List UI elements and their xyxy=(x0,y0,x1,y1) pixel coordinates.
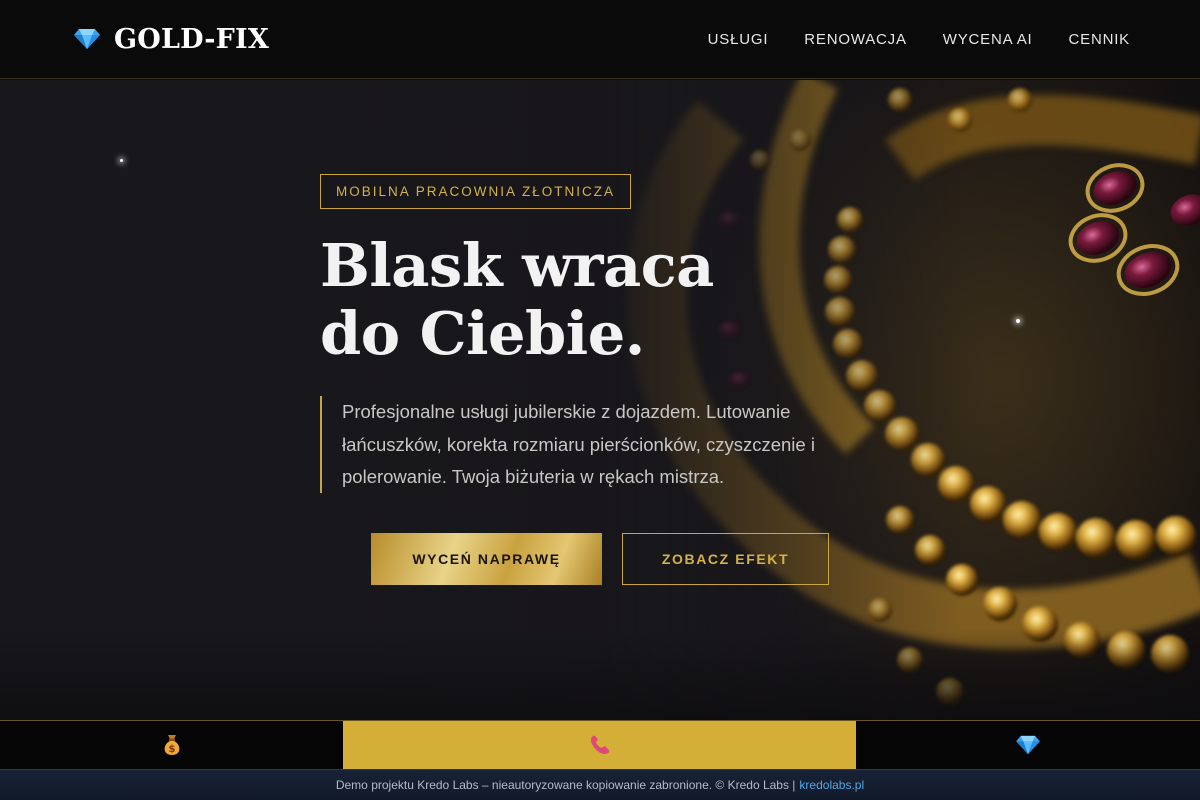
pricing-shortcut-button[interactable]: $ xyxy=(0,721,343,769)
nav-item-uslugi[interactable]: USŁUGI xyxy=(708,31,769,48)
main-menu: USŁUGI RENOWACJA WYCENA AI CENNIK xyxy=(708,31,1130,48)
diamond-icon xyxy=(74,29,100,49)
hero-badge: MOBILNA PRACOWNIA ZŁOTNICZA xyxy=(320,174,632,209)
footer-copyright: Demo projektu Kredo Labs – nieautoryzowa… xyxy=(335,778,796,792)
sparkle-decoration xyxy=(1016,319,1020,323)
brand-logo[interactable]: GOLD-FIX xyxy=(74,24,269,55)
sparkle-decoration xyxy=(120,159,123,162)
nav-item-wycena-ai[interactable]: WYCENA AI xyxy=(943,31,1033,48)
bottom-action-bar: $ xyxy=(0,720,1200,769)
see-effect-button[interactable]: ZOBACZ EFEKT xyxy=(622,533,829,585)
top-navbar: GOLD-FIX USŁUGI RENOWACJA WYCENA AI CENN… xyxy=(0,0,1200,79)
nav-item-renowacja[interactable]: RENOWACJA xyxy=(804,31,906,48)
footer-link[interactable]: kredolabs.pl xyxy=(799,778,864,792)
services-shortcut-button[interactable] xyxy=(856,721,1200,769)
hero-lead-text: Profesjonalne usługi jubilerskie z dojaz… xyxy=(320,396,880,493)
nav-item-cennik[interactable]: CENNIK xyxy=(1069,31,1130,48)
money-bag-icon: $ xyxy=(164,735,179,755)
svg-text:$: $ xyxy=(168,744,175,755)
footer-bar: Demo projektu Kredo Labs – nieautoryzowa… xyxy=(0,769,1200,800)
hero-headline: Blask wraca do Ciebie. xyxy=(320,232,840,368)
headline-line-2: do Ciebie. xyxy=(320,299,645,368)
call-button[interactable] xyxy=(343,721,856,769)
brand-name: GOLD-FIX xyxy=(114,23,270,55)
estimate-repair-button[interactable]: WYCEŃ NAPRAWĘ xyxy=(371,533,602,585)
headline-line-1: Blask wraca xyxy=(320,231,714,300)
hero-section: MOBILNA PRACOWNIA ZŁOTNICZA Blask wraca … xyxy=(0,80,1200,720)
hero-bottom-fade xyxy=(0,630,1200,720)
diamond-icon xyxy=(1016,735,1040,755)
phone-icon xyxy=(590,735,609,754)
